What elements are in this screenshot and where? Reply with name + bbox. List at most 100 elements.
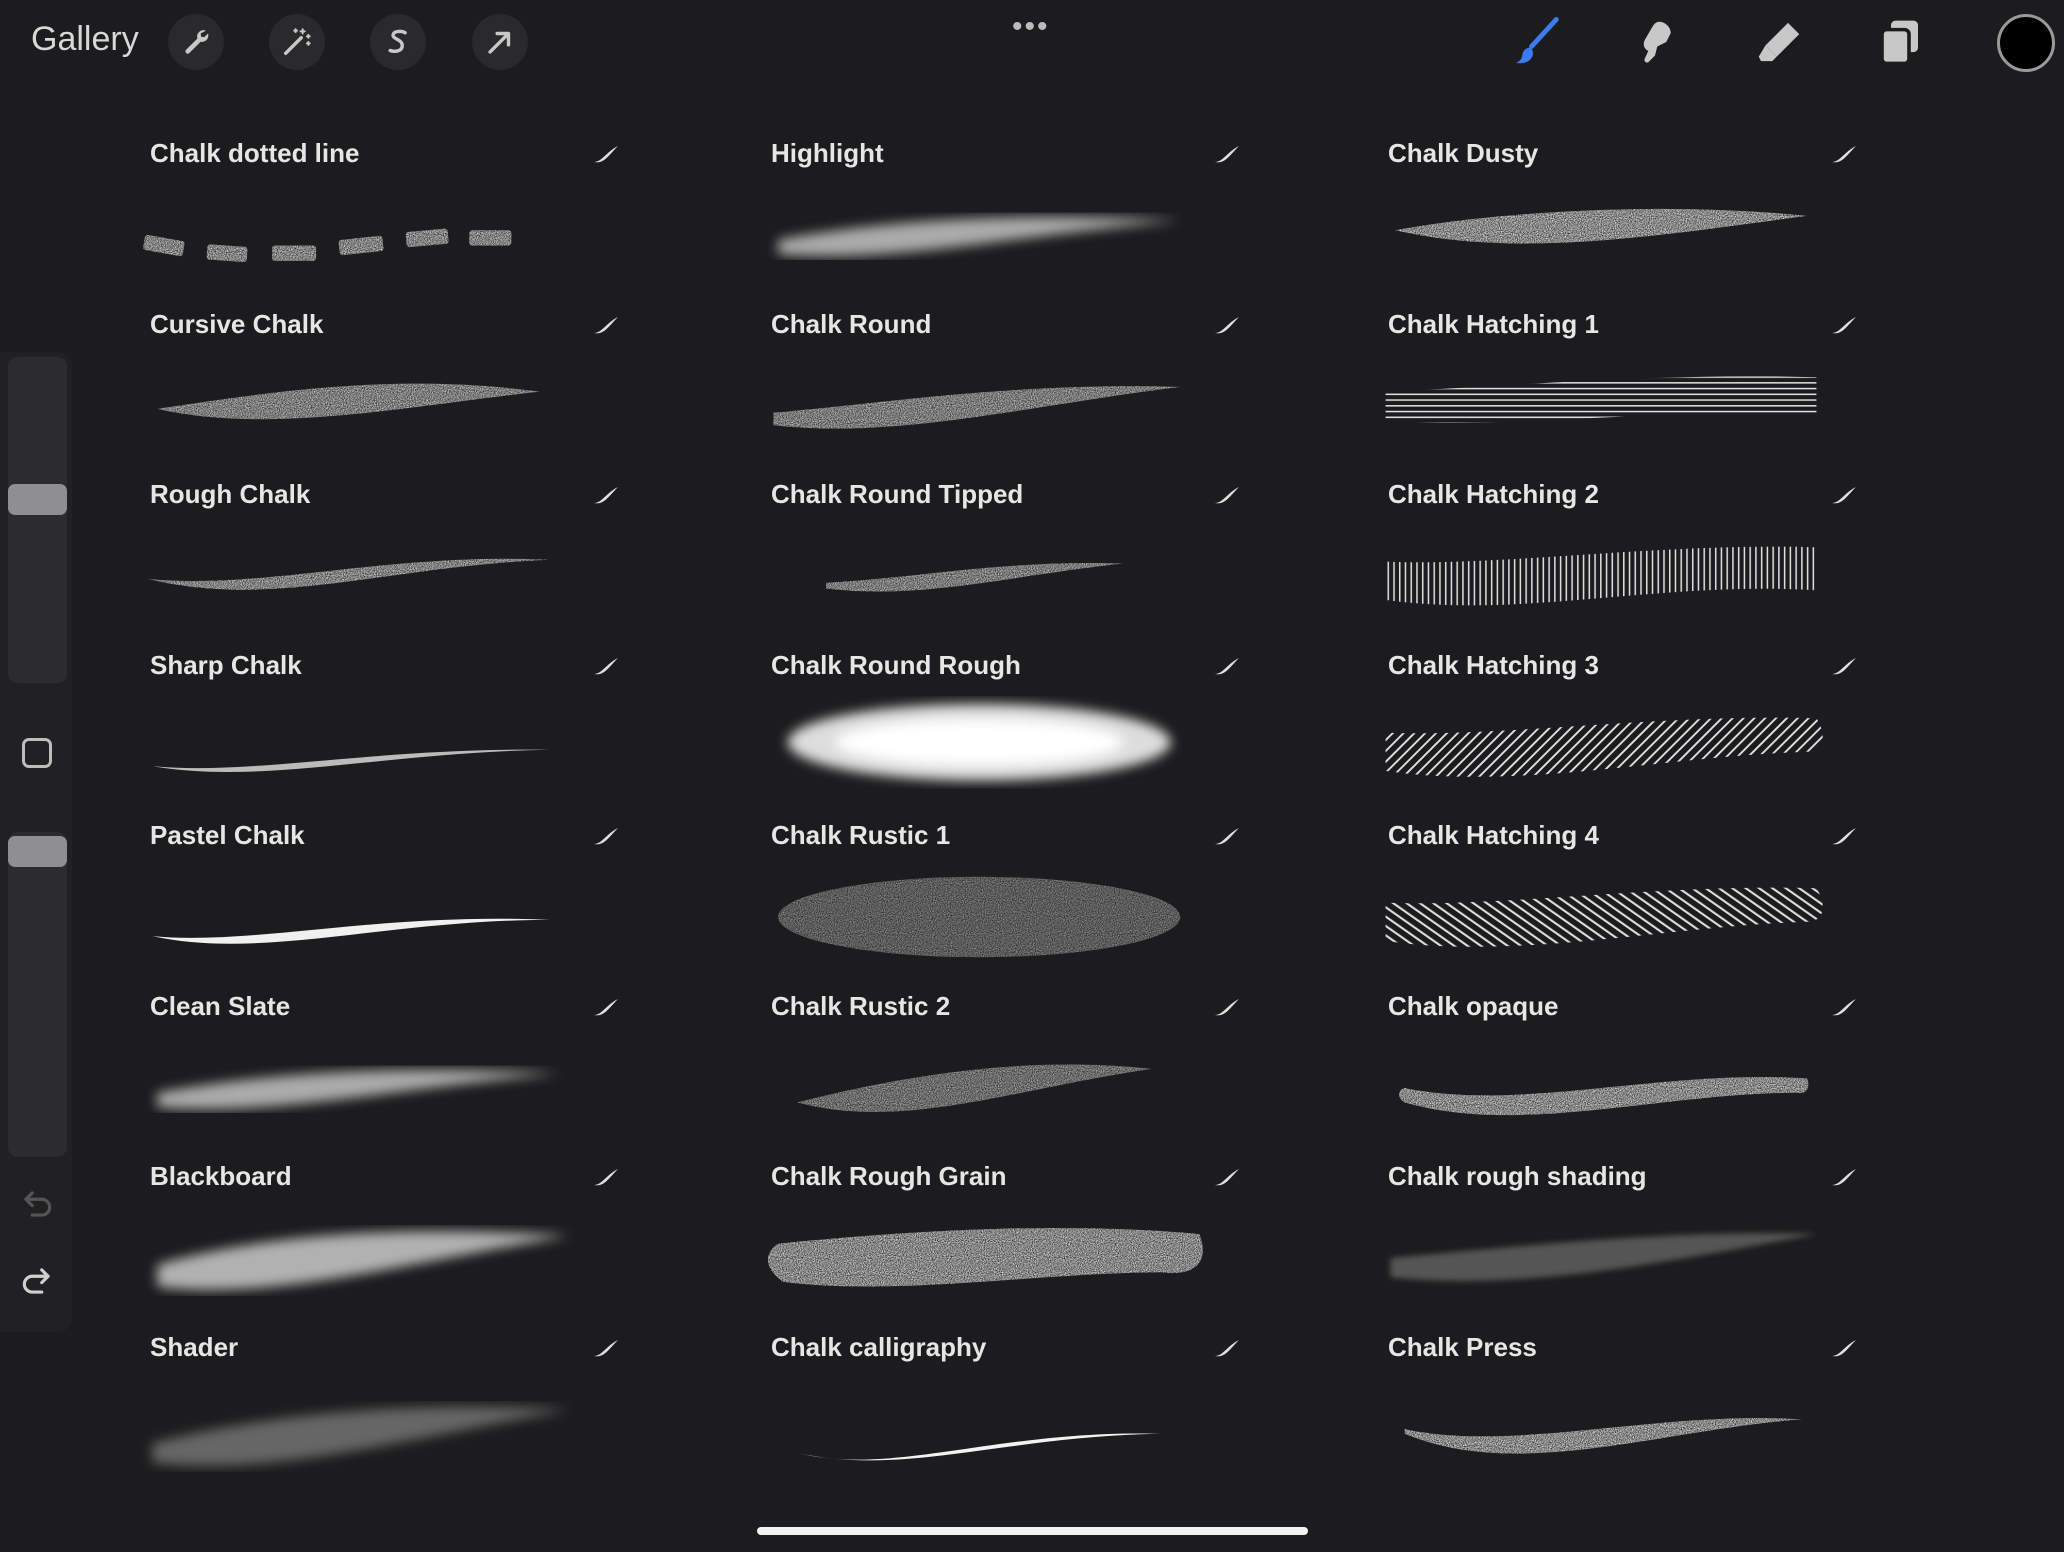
brush-name: Sharp Chalk — [150, 649, 302, 680]
brush-name: Blackboard — [150, 1161, 292, 1191]
brush-item[interactable]: Chalk Press — [1356, 1314, 1856, 1484]
eraser-icon — [1758, 22, 1800, 62]
pressure-stroke-icon — [594, 146, 618, 163]
smudge-tool-button[interactable] — [1625, 12, 1685, 72]
pressure-stroke-icon — [594, 998, 618, 1015]
brush-stroke-preview — [826, 563, 1123, 592]
brush-stroke-preview — [147, 558, 550, 590]
brush-item[interactable]: Chalk Hatching 2 — [1356, 461, 1856, 631]
brush-item[interactable]: Chalk Rustic 1 — [739, 802, 1239, 972]
brush-size-slider[interactable] — [8, 357, 67, 683]
brush-stroke-preview — [152, 918, 550, 944]
brush-item[interactable]: Chalk opaque — [1356, 973, 1856, 1143]
brush-stroke-preview — [767, 1227, 1203, 1287]
brush-stroke-preview — [797, 1064, 1152, 1112]
brush-item[interactable]: Chalk Hatching 3 — [1356, 632, 1856, 802]
brush-name: Rough Chalk — [150, 479, 311, 509]
pressure-stroke-icon — [1832, 1169, 1856, 1186]
brush-stroke-preview — [1385, 546, 1817, 606]
gallery-button[interactable]: Gallery — [31, 20, 139, 59]
brush-name: Chalk Hatching 3 — [1388, 649, 1599, 680]
brush-name: Chalk Rough Grain — [771, 1161, 1007, 1191]
brush-item[interactable]: Pastel Chalk — [118, 802, 618, 972]
brush-stroke-preview — [797, 1432, 1162, 1460]
brush-name: Chalk Round Rough — [771, 649, 1021, 680]
brush-stroke-preview — [778, 876, 1181, 958]
pressure-stroke-icon — [1215, 1169, 1239, 1186]
brush-name: Chalk calligraphy — [771, 1331, 987, 1362]
brush-name: Chalk Round — [771, 308, 932, 339]
brush-tool-button[interactable] — [1506, 12, 1566, 72]
brush-stroke-preview — [1385, 717, 1823, 777]
opacity-handle[interactable] — [8, 836, 67, 867]
modify-button[interactable] — [22, 738, 52, 768]
redo-icon[interactable] — [18, 1262, 56, 1300]
brush-name: Chalk Press — [1388, 1331, 1537, 1362]
layers-button[interactable] — [1870, 12, 1930, 72]
brush-item[interactable]: Chalk Rough Grain — [739, 1143, 1239, 1313]
more-menu-icon[interactable]: ••• — [1012, 10, 1050, 44]
undo-icon[interactable] — [18, 1185, 56, 1223]
pressure-stroke-icon — [1832, 146, 1856, 163]
selection-s-icon — [388, 29, 407, 53]
brush-name: Chalk Round Tipped — [771, 479, 1024, 509]
brush-item[interactable]: Chalk calligraphy — [739, 1314, 1239, 1484]
brush-item[interactable]: Highlight — [739, 120, 1239, 290]
brush-stroke-preview — [1385, 887, 1823, 947]
brush-item[interactable]: Chalk Round — [739, 291, 1239, 461]
pressure-stroke-icon — [1215, 487, 1239, 504]
transform-button[interactable] — [472, 14, 528, 70]
color-picker-button[interactable] — [1997, 14, 2055, 72]
adjustments-button[interactable] — [269, 14, 325, 70]
brush-item[interactable]: Chalk Hatching 1 — [1356, 291, 1856, 461]
wrench-icon — [185, 30, 209, 54]
brush-item[interactable]: Cursive Chalk — [118, 291, 618, 461]
brush-stroke-preview — [1390, 1233, 1817, 1281]
brush-item[interactable]: Chalk Round Tipped — [739, 461, 1239, 631]
pressure-stroke-icon — [594, 316, 618, 333]
brush-item[interactable]: Chalk rough shading — [1356, 1143, 1856, 1313]
pressure-stroke-icon — [594, 1339, 618, 1356]
top-toolbar: Gallery ••• — [0, 0, 2064, 86]
pressure-stroke-icon — [594, 828, 618, 845]
brush-item[interactable]: Clean Slate — [118, 973, 618, 1143]
brush-item[interactable]: Rough Chalk — [118, 461, 618, 631]
pressure-stroke-icon — [1215, 1339, 1239, 1356]
brush-stroke-preview — [157, 1069, 560, 1109]
brush-name: Chalk Dusty — [1388, 138, 1539, 168]
pressure-stroke-icon — [1832, 657, 1856, 674]
brush-size-handle[interactable] — [8, 484, 67, 515]
pressure-stroke-icon — [1832, 316, 1856, 333]
brush-item[interactable]: Chalk dotted line — [118, 120, 618, 290]
brush-item[interactable]: Shader — [118, 1314, 618, 1484]
opacity-slider[interactable] — [8, 832, 67, 1157]
brush-item[interactable]: Chalk Rustic 2 — [739, 973, 1239, 1143]
brush-stroke-preview — [143, 228, 512, 263]
brush-stroke-preview — [1395, 208, 1807, 244]
brush-name: Shader — [150, 1331, 239, 1362]
brush-name: Cursive Chalk — [150, 308, 324, 339]
pressure-stroke-icon — [1215, 316, 1239, 333]
smudge-icon — [1643, 21, 1671, 63]
brush-item[interactable]: Chalk Dusty — [1356, 120, 1856, 290]
brush-item[interactable]: Chalk Round Rough — [739, 632, 1239, 802]
pressure-stroke-icon — [594, 657, 618, 674]
brush-name: Pastel Chalk — [150, 820, 305, 850]
pressure-stroke-icon — [1215, 146, 1239, 163]
pressure-stroke-icon — [1832, 1339, 1856, 1356]
arrow-cursor-icon — [488, 31, 511, 54]
brush-name: Chalk Rustic 2 — [771, 990, 951, 1021]
actions-button[interactable] — [168, 14, 224, 70]
brush-item[interactable]: Sharp Chalk — [118, 632, 618, 802]
eraser-tool-button[interactable] — [1749, 12, 1809, 72]
brush-name: Clean Slate — [150, 990, 291, 1021]
brush-name: Chalk Rustic 1 — [771, 820, 951, 850]
brush-stroke-preview — [157, 383, 541, 419]
selection-button[interactable] — [370, 14, 426, 70]
brush-name: Chalk Hatching 1 — [1388, 308, 1599, 339]
pressure-stroke-icon — [1832, 998, 1856, 1015]
brush-item[interactable]: Blackboard — [118, 1143, 618, 1313]
brush-stroke-preview — [152, 1406, 569, 1466]
brush-item[interactable]: Chalk Hatching 4 — [1356, 802, 1856, 972]
brush-name: Chalk rough shading — [1388, 1161, 1647, 1191]
